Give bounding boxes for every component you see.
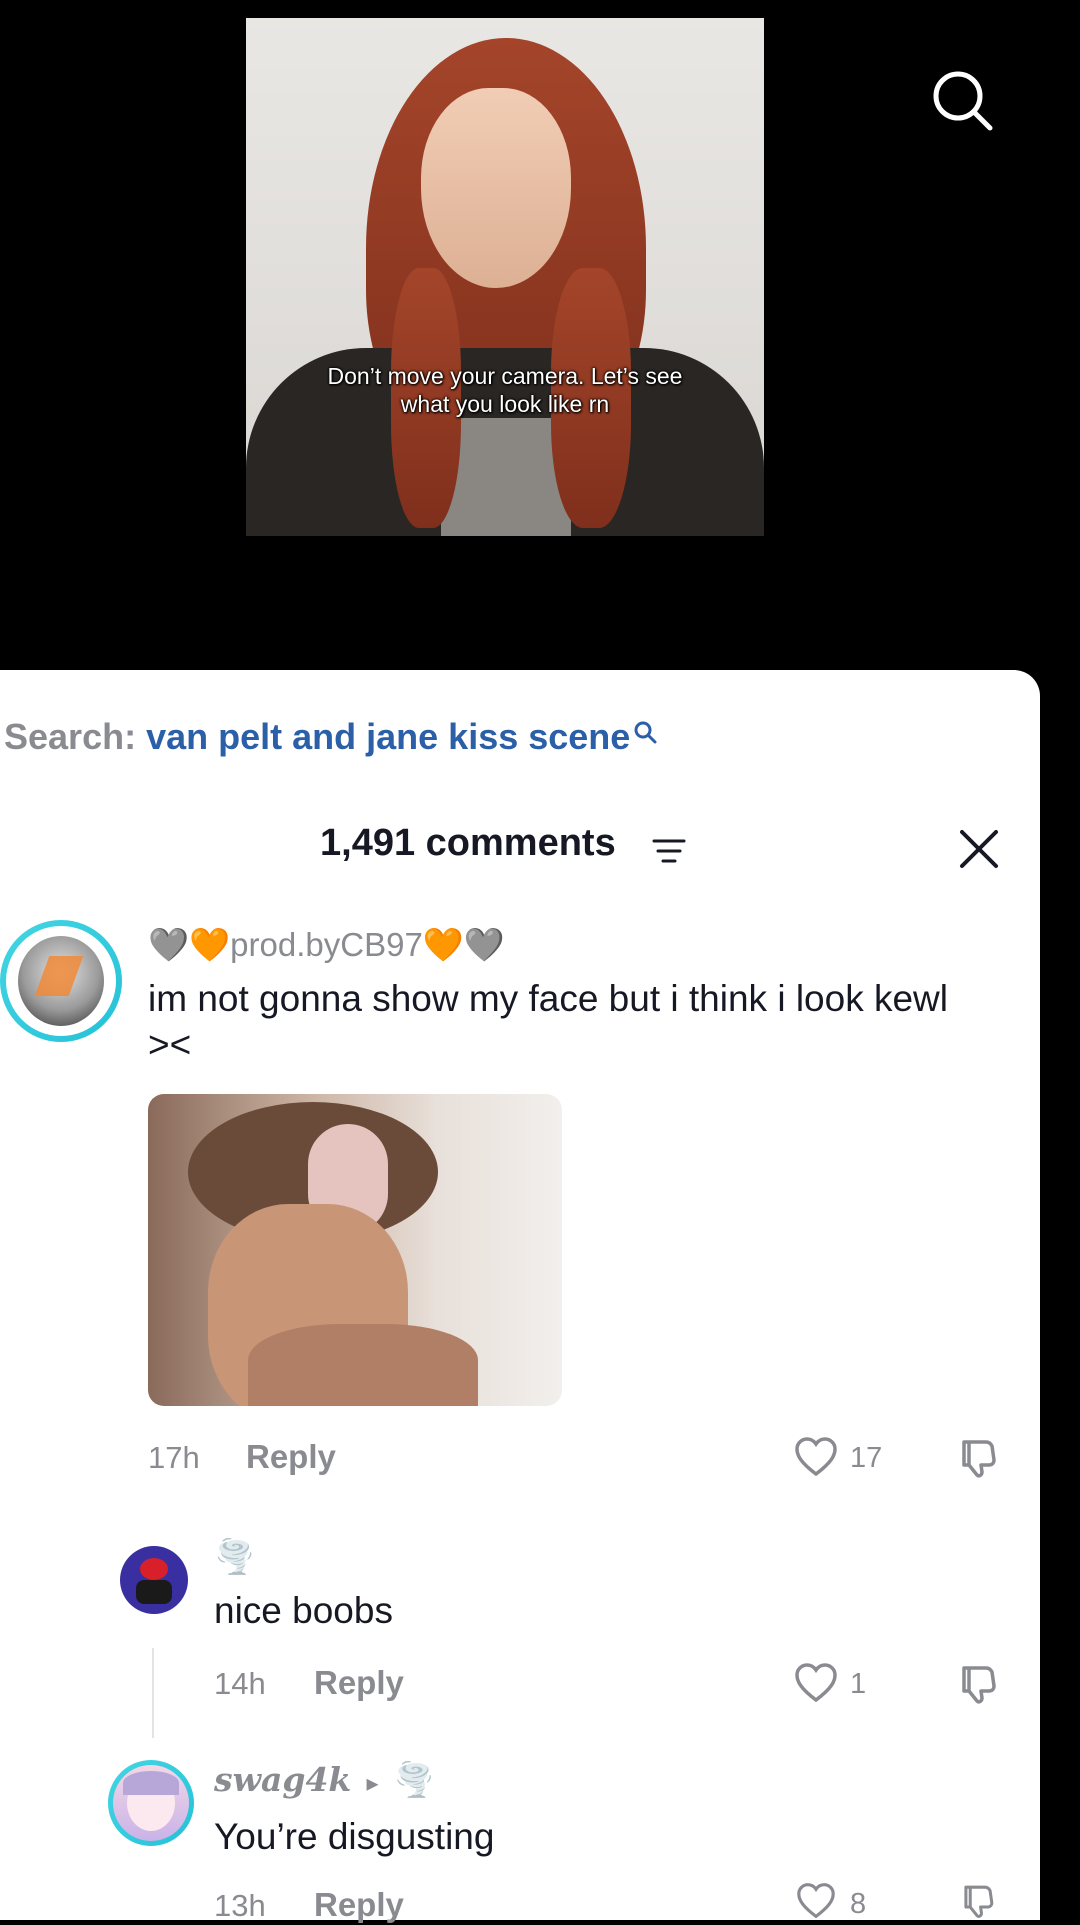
avatar[interactable] — [120, 1546, 188, 1614]
close-icon[interactable] — [956, 826, 1002, 872]
comment-time: 14h — [214, 1666, 266, 1701]
comment-text: im not gonna show my face but i think i … — [148, 978, 948, 1065]
search-query-text[interactable]: van pelt and jane kiss scene — [146, 716, 630, 757]
video-thumbnail[interactable]: Don’t move your camera. Let’s see what y… — [246, 18, 764, 536]
like-count: 17 — [850, 1442, 883, 1474]
comment-text: nice boobs — [214, 1590, 393, 1631]
video-caption: Don’t move your camera. Let’s see what y… — [327, 363, 683, 417]
comment-username[interactable]: 🌪️ — [214, 1538, 255, 1577]
thread-line — [152, 1648, 154, 1738]
heart-icon[interactable] — [794, 1882, 838, 1924]
heart-icon[interactable] — [794, 1436, 838, 1478]
avatar-image — [140, 1558, 168, 1580]
reply-button[interactable]: Reply — [246, 1438, 336, 1476]
comment-time: 17h — [148, 1440, 200, 1475]
reply-to-username[interactable]: 🌪️ — [394, 1761, 435, 1798]
search-prefix-label: Search: — [4, 716, 137, 757]
comments-count-title: 1,491 comments — [320, 822, 616, 864]
reply-button[interactable]: Reply — [314, 1886, 404, 1924]
comment-username[interactable]: 🩶🧡prod.byCB97🧡🩶 — [148, 926, 505, 965]
search-icon — [632, 712, 658, 744]
photo-body — [248, 1324, 478, 1406]
comment-text: You’re disgusting — [214, 1816, 495, 1857]
play-arrow-icon: ▸ — [366, 1770, 379, 1797]
dislike-icon[interactable] — [956, 1662, 1000, 1706]
avatar-hair — [123, 1771, 179, 1795]
comment-username[interactable]: swag4k — [214, 1760, 351, 1799]
video-subject-face — [421, 88, 571, 288]
comment-photo[interactable] — [148, 1094, 562, 1406]
reply-button[interactable]: Reply — [314, 1664, 404, 1702]
like-count: 8 — [850, 1888, 867, 1920]
avatar-ring[interactable] — [108, 1760, 194, 1846]
dislike-icon[interactable] — [956, 1436, 1000, 1480]
search-icon[interactable] — [928, 66, 996, 134]
comment-time: 13h — [214, 1888, 266, 1923]
related-search-link[interactable]: Search: van pelt and jane kiss scene — [4, 716, 658, 758]
like-count: 1 — [850, 1668, 867, 1700]
avatar[interactable] — [113, 1765, 189, 1841]
reply-header: swag4k ▸ 🌪️ — [214, 1760, 435, 1800]
avatar-ring[interactable] — [0, 920, 122, 1042]
filter-icon[interactable] — [652, 838, 686, 864]
dislike-icon[interactable] — [956, 1882, 1000, 1920]
heart-icon[interactable] — [794, 1662, 838, 1704]
avatar-figure — [136, 1580, 172, 1604]
avatar[interactable] — [6, 926, 116, 1036]
